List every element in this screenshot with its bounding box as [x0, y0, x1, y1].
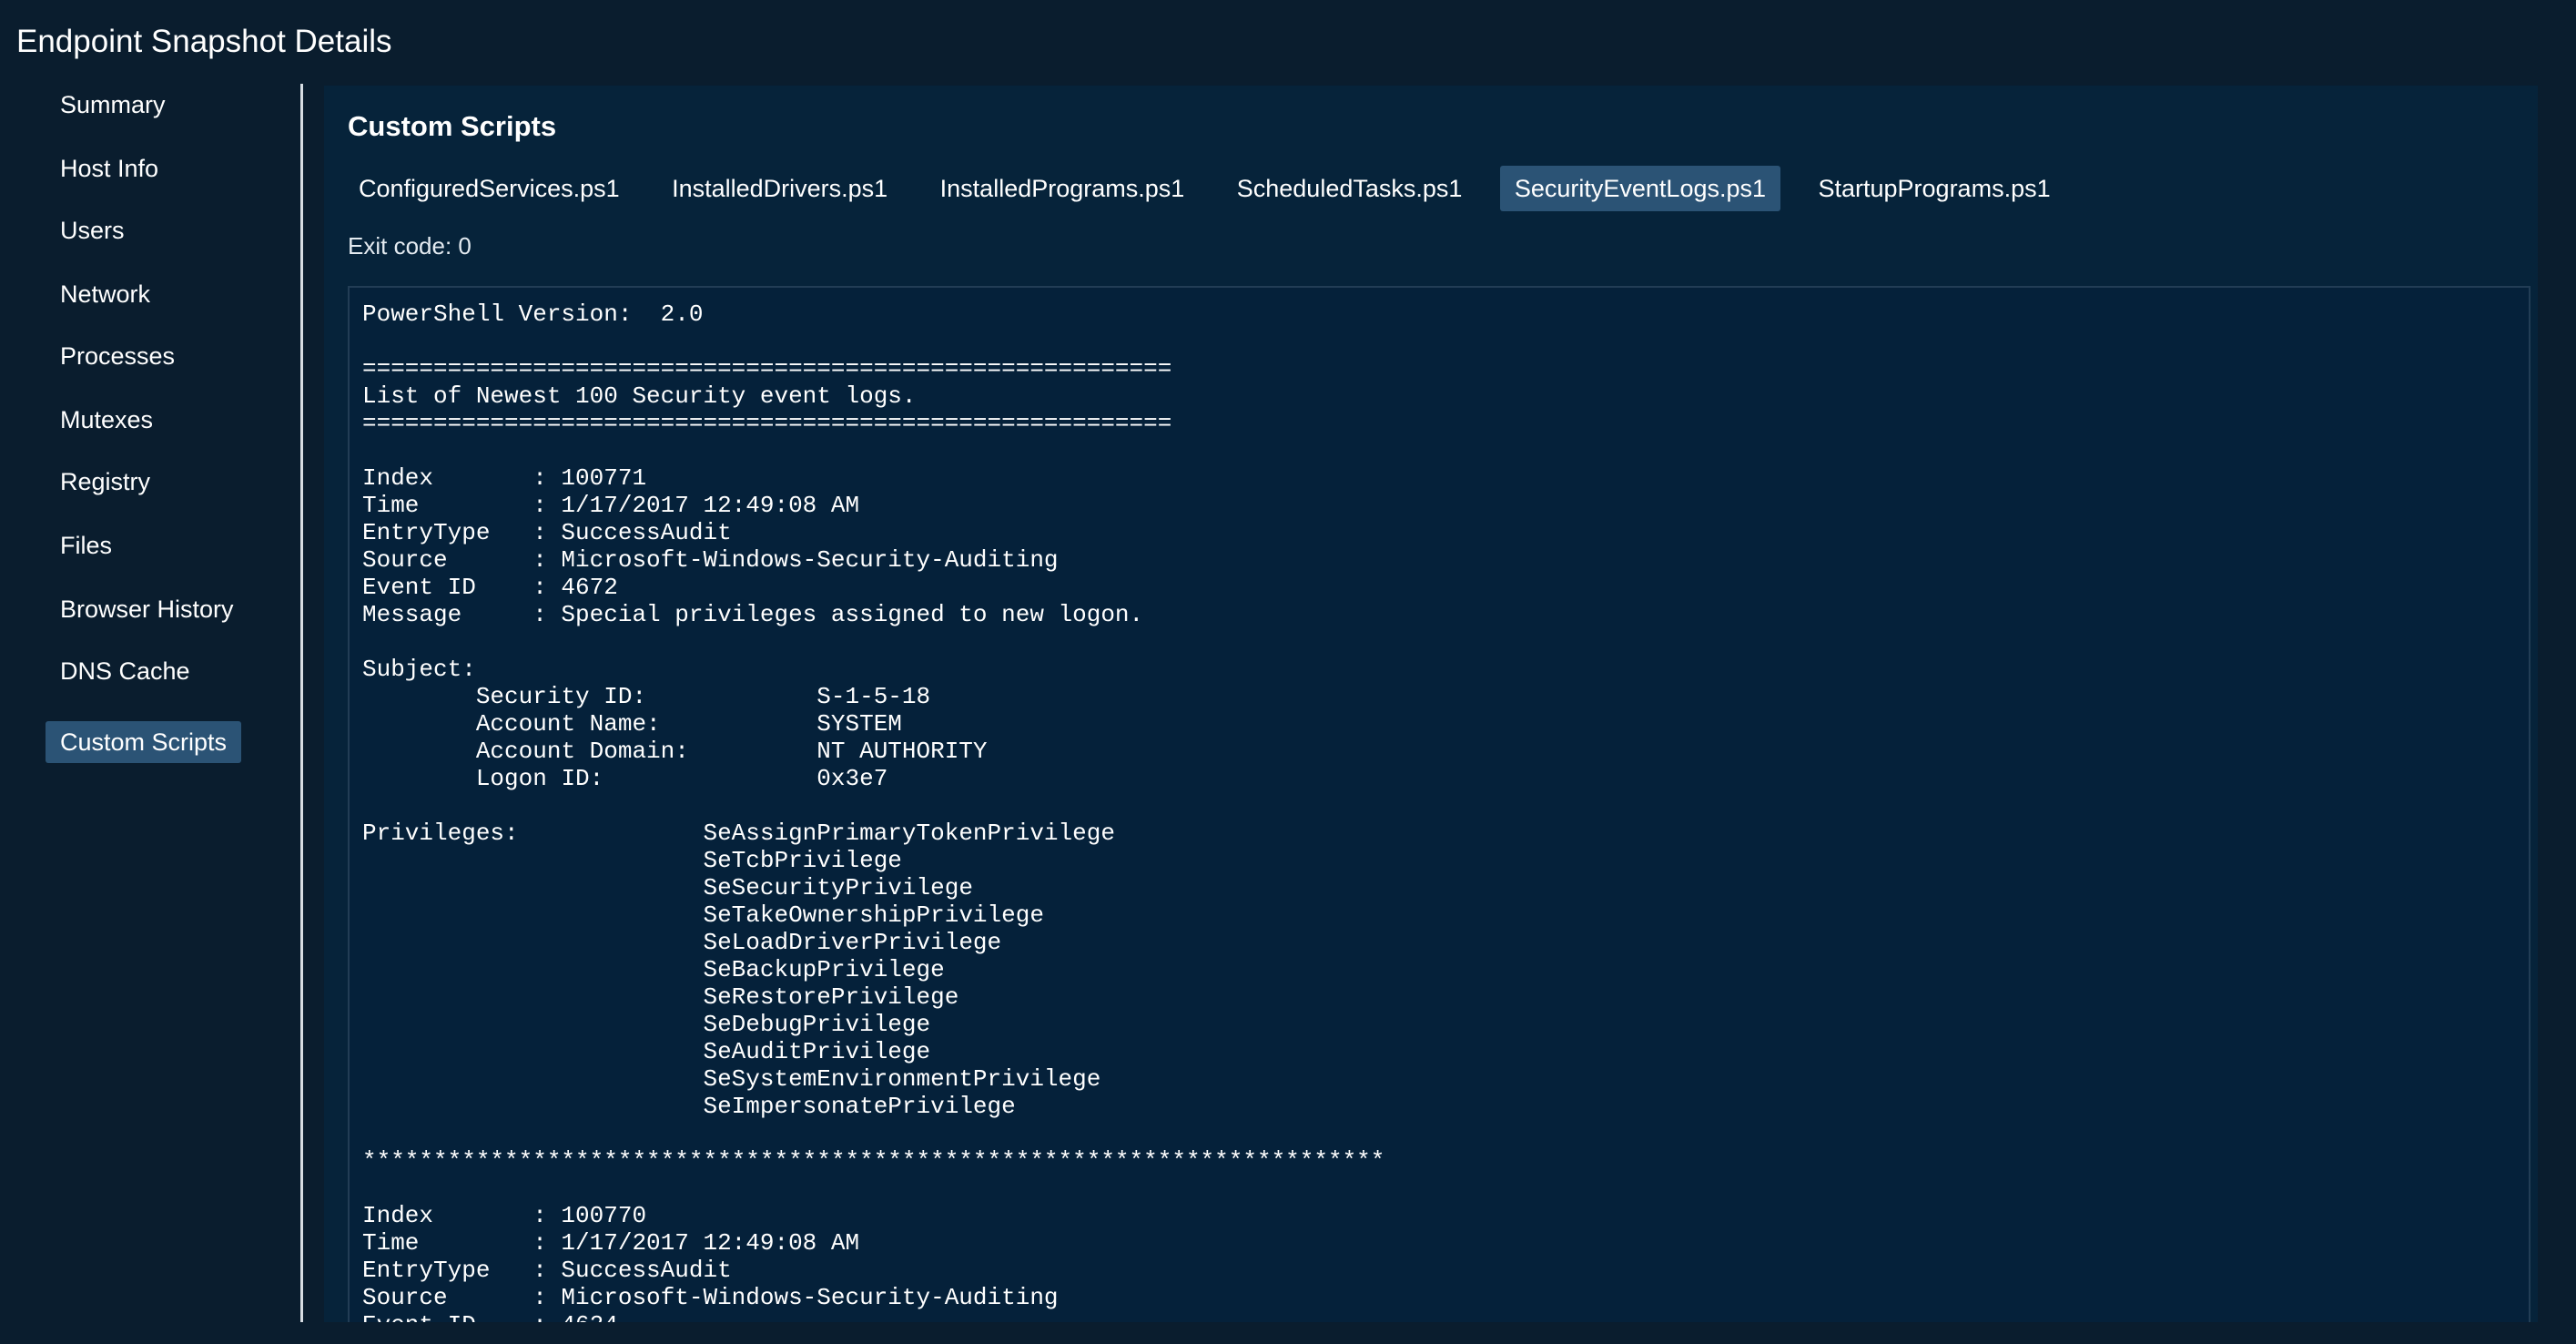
- tab-security-event-logs[interactable]: SecurityEventLogs.ps1: [1499, 166, 1781, 211]
- exit-code-label: Exit code: 0: [348, 232, 472, 260]
- section-title: Custom Scripts: [348, 110, 557, 142]
- sidebar-item-summary[interactable]: Summary: [46, 84, 180, 126]
- sidebar-item-registry[interactable]: Registry: [46, 461, 165, 503]
- tab-startup-programs[interactable]: StartupPrograms.ps1: [1803, 166, 2064, 211]
- sidebar-item-mutexes[interactable]: Mutexes: [46, 399, 167, 441]
- tab-scheduled-tasks[interactable]: ScheduledTasks.ps1: [1222, 166, 1477, 211]
- sidebar-item-files[interactable]: Files: [46, 524, 127, 566]
- sidebar-item-processes[interactable]: Processes: [46, 335, 189, 377]
- sidebar-item-network[interactable]: Network: [46, 273, 165, 315]
- tab-installed-drivers[interactable]: InstalledDrivers.ps1: [657, 166, 902, 211]
- sidebar-item-users[interactable]: Users: [46, 209, 139, 251]
- tab-installed-programs[interactable]: InstalledPrograms.ps1: [926, 166, 1200, 211]
- sidebar-item-dns-cache[interactable]: DNS Cache: [46, 650, 205, 692]
- main-panel: Custom Scripts ConfiguredServices.ps1 In…: [324, 86, 2538, 1322]
- sidebar-item-host-info[interactable]: Host Info: [46, 148, 173, 189]
- script-output-text: PowerShell Version: 2.0 ================…: [362, 300, 1385, 1322]
- sidebar-item-browser-history[interactable]: Browser History: [46, 588, 248, 630]
- sidebar-item-custom-scripts[interactable]: Custom Scripts: [46, 721, 242, 763]
- bottom-bar: [0, 1322, 2576, 1344]
- sidebar-nav: Summary Host Info Users Network Processe…: [0, 84, 303, 1322]
- tab-configured-services[interactable]: ConfiguredServices.ps1: [344, 166, 634, 211]
- app-title: Endpoint Snapshot Details: [16, 24, 392, 59]
- script-output-panel[interactable]: PowerShell Version: 2.0 ================…: [348, 286, 2530, 1322]
- script-tabs: ConfiguredServices.ps1 InstalledDrivers.…: [344, 166, 2084, 211]
